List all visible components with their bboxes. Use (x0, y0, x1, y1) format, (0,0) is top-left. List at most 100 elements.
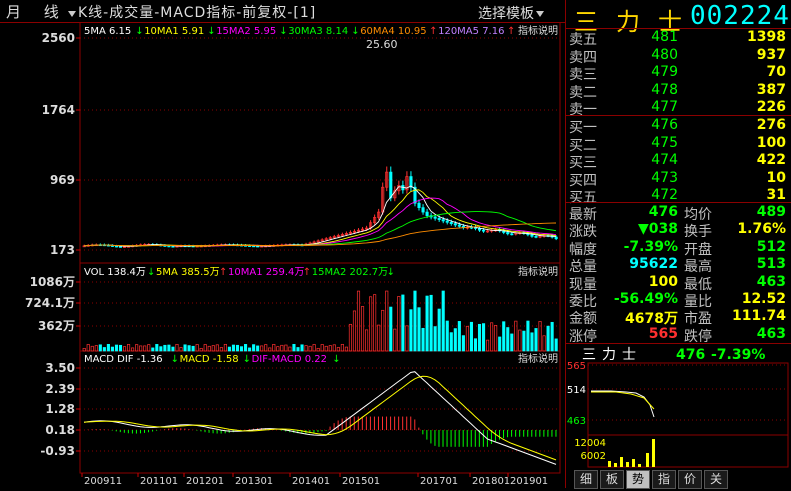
quote-value: ▼038 (638, 221, 678, 238)
price-chart-svg[interactable]: 2560 1764 969 173 1086万 724.1万 362万 3.50 2.39 1.2… (0, 21, 565, 488)
book-volume: 100 (756, 134, 786, 151)
template-label: 选择模板 (478, 6, 534, 22)
book-price: 475 (651, 134, 678, 151)
volume-bar (550, 321, 554, 352)
volume-bar (409, 309, 413, 352)
chart-title: K线-成交量-MACD指标-前复权-[1] (78, 5, 317, 21)
volume-bar (352, 310, 357, 352)
mini-price: 476 (676, 347, 705, 363)
mini-vol-bar (626, 462, 629, 467)
volume-bar (373, 294, 377, 352)
volume-bar (469, 321, 474, 352)
volume-bar (417, 307, 421, 352)
volume-bar (348, 323, 352, 352)
quote-value: -56.49% (613, 291, 678, 307)
tab-1[interactable]: 板 (600, 470, 624, 489)
template-button[interactable]: 选择模板 (478, 3, 546, 23)
book-label: 卖一 (569, 102, 597, 118)
tab-5[interactable]: 关 (704, 470, 728, 489)
macd-tick-label: 3.50 (45, 361, 75, 375)
bid-row[interactable]: 买二 475 100 (566, 134, 791, 154)
volume-bar (239, 346, 244, 352)
book-volume: 31 (766, 187, 786, 203)
book-price: 479 (651, 64, 678, 80)
tab-4[interactable]: 价 (678, 470, 702, 489)
ma-line-15 (83, 197, 557, 247)
volume-bar (276, 346, 280, 352)
title-dropdown[interactable]: K线-成交量-MACD指标-前复权-[1] (66, 2, 316, 22)
volume-bar (429, 294, 433, 352)
candle-body (510, 233, 514, 236)
chart-toolbar: 月 线 K线-成交量-MACD指标-前复权-[1] 选择模板 (0, 0, 565, 23)
macd-pane (79, 350, 561, 474)
divider (566, 202, 791, 203)
bid-row[interactable]: 买四 473 10 (566, 169, 791, 189)
book-volume: 276 (756, 117, 786, 133)
arrow-icon: ↑ (303, 267, 311, 278)
price-tick-label: 173 (50, 243, 75, 257)
book-price: 472 (651, 187, 678, 203)
tab-3[interactable]: 指 (652, 470, 676, 489)
volume-bar (324, 345, 328, 352)
volume-bar (211, 345, 215, 352)
tab-2[interactable]: 势 (626, 470, 650, 489)
mini-intraday-chart[interactable]: 三力士 476 -7.39% 565 514 463 12004 6002 (566, 345, 791, 470)
macd-tick-label: 0.18 (45, 423, 75, 437)
volume-bar (227, 346, 231, 352)
volume-bar (413, 290, 417, 352)
bid-row[interactable]: 买三 474 422 (566, 152, 791, 171)
volume-help-label: 指标说明 (518, 265, 558, 278)
volume-bar (288, 346, 292, 352)
volume-bar (106, 343, 110, 352)
mini-chart-svg[interactable]: 三力士 476 -7.39% 565 514 463 12004 6002 (566, 345, 791, 470)
volume-bar (248, 347, 252, 352)
ask-row[interactable]: 卖三 479 70 (566, 64, 791, 83)
volume-bar (486, 339, 490, 352)
quote-row: 最新 476 均价 489 (566, 204, 791, 223)
volume-bar (139, 345, 143, 352)
stock-code: 002224 (690, 1, 790, 31)
quote-value: -7.39% (623, 238, 678, 255)
volume-bar (340, 343, 344, 352)
ma-line-5 (83, 185, 557, 247)
volume-bar (171, 346, 175, 352)
book-volume: 10 (766, 169, 786, 186)
x-tick-label: 201401 (292, 476, 330, 487)
volume-bar (494, 325, 498, 352)
quote-value: 512 (756, 238, 786, 255)
quote-value: 12.52 (741, 291, 786, 307)
period-selector[interactable]: 月 线 (6, 1, 68, 22)
tab-0[interactable]: 细 (574, 470, 598, 489)
volume-bar (393, 328, 397, 352)
ask-row[interactable]: 卖四 480 937 (566, 47, 791, 66)
volume-bar (477, 323, 482, 352)
volume-bar (94, 345, 98, 352)
candle-body (437, 217, 441, 220)
arrow-icon: ↑ (219, 267, 227, 278)
mini-change: -7.39% (711, 347, 765, 363)
chart-area[interactable]: 2560 1764 969 173 1086万 724.1万 362万 3.50 2.39 1.2… (0, 21, 565, 488)
volume-bar (518, 329, 522, 352)
bid-row[interactable]: 买一 476 276 (566, 117, 791, 136)
ask-row[interactable]: 卖二 478 387 (566, 82, 791, 101)
volume-bar (502, 321, 506, 352)
x-tick-label: 201901 (510, 476, 548, 487)
volume-bar (264, 344, 268, 352)
candle-body (482, 229, 486, 232)
arrow-icon: ↑ (507, 26, 515, 37)
volume-tick-label: 724.1万 (25, 296, 75, 310)
volume-bar (405, 325, 409, 352)
chevron-down-icon (536, 11, 544, 17)
volume-bar (522, 330, 526, 352)
volume-bar (187, 345, 191, 352)
volume-bar (457, 321, 461, 352)
volume-bar (542, 335, 546, 352)
candle-body (425, 211, 429, 216)
volume-bar (473, 338, 478, 352)
mini-vol-bar (638, 464, 641, 467)
ask-row[interactable]: 卖五 481 1398 (566, 29, 791, 48)
price-tick-label: 969 (50, 173, 75, 187)
mini-price-line (591, 390, 655, 418)
candle-body (445, 220, 449, 223)
volume-bar (546, 325, 550, 352)
